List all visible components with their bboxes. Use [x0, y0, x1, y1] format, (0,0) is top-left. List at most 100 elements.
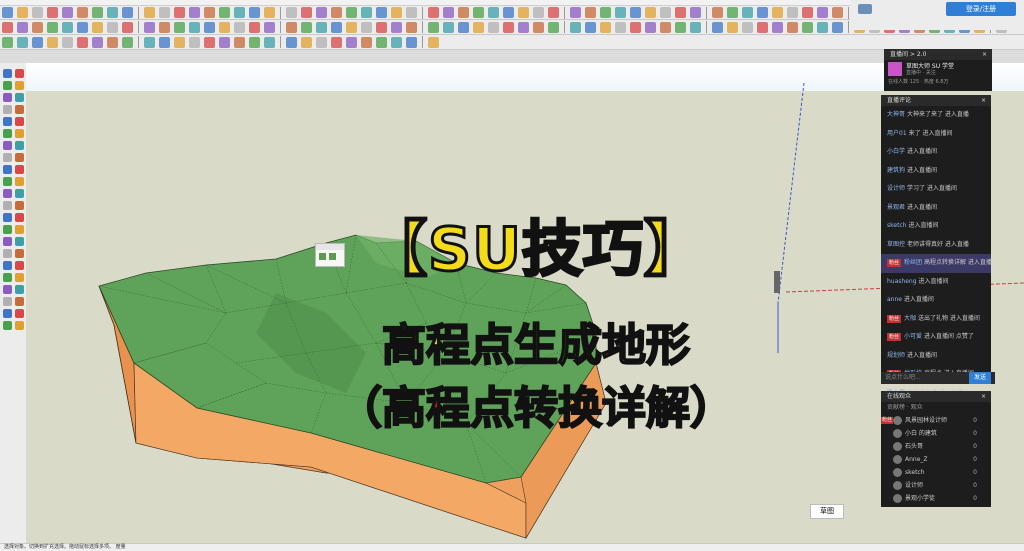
- toolbar-tool-icon[interactable]: [159, 7, 170, 18]
- left-tool-icon[interactable]: [3, 309, 12, 318]
- send-button[interactable]: 发送: [969, 372, 991, 384]
- toolbar-tool-icon[interactable]: [585, 7, 596, 18]
- toolbar-tool-icon[interactable]: [32, 7, 43, 18]
- toolbar-tool-icon[interactable]: [361, 36, 372, 48]
- toolbar-tool-icon[interactable]: [219, 7, 230, 18]
- chat-user[interactable]: 小可爱: [904, 333, 922, 340]
- toolbar-tool-icon[interactable]: [286, 7, 297, 18]
- left-tool-icon[interactable]: [3, 261, 12, 270]
- toolbar-tool-icon[interactable]: [473, 21, 484, 33]
- left-tool-icon[interactable]: [15, 285, 24, 294]
- toolbar-tool-icon[interactable]: [189, 36, 200, 48]
- chat-user[interactable]: anne: [887, 296, 902, 303]
- left-tool-icon[interactable]: [3, 177, 12, 186]
- toolbar-tool-icon[interactable]: [832, 7, 843, 18]
- left-tool-icon[interactable]: [15, 225, 24, 234]
- toolbar-tool-icon[interactable]: [264, 7, 275, 18]
- toolbar-tool-icon[interactable]: [144, 36, 155, 48]
- floating-label[interactable]: 草图: [810, 504, 844, 519]
- toolbar-tool-icon[interactable]: [77, 7, 88, 18]
- chat-user[interactable]: 大咖: [904, 315, 916, 322]
- toolbar-tool-icon[interactable]: [406, 21, 417, 33]
- left-tool-icon[interactable]: [15, 273, 24, 282]
- toolbar-tool-icon[interactable]: [2, 36, 13, 48]
- toolbar-tool-icon[interactable]: [264, 36, 275, 48]
- toolbar-tool-icon[interactable]: [122, 7, 133, 18]
- toolbar-tool-icon[interactable]: [316, 21, 327, 33]
- toolbar-tool-icon[interactable]: [585, 21, 596, 33]
- toolbar-tool-icon[interactable]: [346, 36, 357, 48]
- toolbar-tool-icon[interactable]: [727, 21, 738, 33]
- toolbar-tool-icon[interactable]: [47, 7, 58, 18]
- toolbar-tool-icon[interactable]: [458, 7, 469, 18]
- left-tool-icon[interactable]: [15, 69, 24, 78]
- host-avatar[interactable]: [888, 62, 902, 76]
- audience-user[interactable]: sketch 0: [881, 466, 991, 479]
- toolbar-tool-icon[interactable]: [17, 36, 28, 48]
- toolbar-tool-icon[interactable]: [488, 7, 499, 18]
- left-tool-icon[interactable]: [3, 117, 12, 126]
- toolbar-tool-icon[interactable]: [219, 21, 230, 33]
- toolbar-tool-icon[interactable]: [32, 36, 43, 48]
- left-tool-icon[interactable]: [3, 321, 12, 330]
- chat-user[interactable]: 建筑狗: [887, 167, 905, 174]
- toolbar-tool-icon[interactable]: [742, 21, 753, 33]
- audience-user[interactable]: 小白 的建筑 0: [881, 427, 991, 440]
- toolbar-tool-icon[interactable]: [548, 21, 559, 33]
- chat-user[interactable]: 景观君: [887, 204, 905, 211]
- left-tool-icon[interactable]: [3, 153, 12, 162]
- toolbar-tool-icon[interactable]: [675, 21, 686, 33]
- toolbar-tool-icon[interactable]: [533, 7, 544, 18]
- toolbar-tool-icon[interactable]: [189, 21, 200, 33]
- toolbar-tool-icon[interactable]: [458, 21, 469, 33]
- toolbar-tool-icon[interactable]: [817, 21, 828, 33]
- toolbar-tool-icon[interactable]: [2, 7, 13, 18]
- toolbar-tool-icon[interactable]: [428, 21, 439, 33]
- toolbar-tool-icon[interactable]: [802, 7, 813, 18]
- toolbar-tool-icon[interactable]: [518, 7, 529, 18]
- toolbar-tool-icon[interactable]: [301, 21, 312, 33]
- audience-user[interactable]: 石头哥 0: [881, 440, 991, 453]
- audience-user[interactable]: 设计师 0: [881, 479, 991, 492]
- left-tool-icon[interactable]: [3, 189, 12, 198]
- chat-user[interactable]: 大神哥: [887, 111, 905, 118]
- left-tool-icon[interactable]: [15, 177, 24, 186]
- toolbar-tool-icon[interactable]: [690, 7, 701, 18]
- toolbar-tool-icon[interactable]: [772, 7, 783, 18]
- left-tool-icon[interactable]: [15, 165, 24, 174]
- toolbar-tool-icon[interactable]: [107, 36, 118, 48]
- toolbar-tool-icon[interactable]: [144, 21, 155, 33]
- toolbar-tool-icon[interactable]: [204, 36, 215, 48]
- toolbar-tool-icon[interactable]: [174, 7, 185, 18]
- toolbar-tool-icon[interactable]: [47, 36, 58, 48]
- left-tool-icon[interactable]: [3, 297, 12, 306]
- toolbar-tool-icon[interactable]: [107, 7, 118, 18]
- toolbar-tool-icon[interactable]: [77, 36, 88, 48]
- toolbar-tool-icon[interactable]: [787, 21, 798, 33]
- toolbar-tool-icon[interactable]: [428, 36, 439, 48]
- toolbar-tool-icon[interactable]: [570, 21, 581, 33]
- left-tool-icon[interactable]: [15, 321, 24, 330]
- login-button[interactable]: 登录/注册: [946, 2, 1016, 16]
- left-tool-icon[interactable]: [15, 297, 24, 306]
- left-tool-icon[interactable]: [15, 213, 24, 222]
- toolbar-tool-icon[interactable]: [406, 7, 417, 18]
- toolbar-tool-icon[interactable]: [376, 21, 387, 33]
- toolbar-tool-icon[interactable]: [406, 36, 417, 48]
- close-icon[interactable]: ×: [982, 49, 987, 60]
- toolbar-tool-icon[interactable]: [645, 7, 656, 18]
- left-tool-icon[interactable]: [15, 237, 24, 246]
- left-tool-icon[interactable]: [3, 249, 12, 258]
- chat-user[interactable]: 草图控: [887, 241, 905, 248]
- toolbar-tool-icon[interactable]: [249, 21, 260, 33]
- toolbar-tool-icon[interactable]: [92, 7, 103, 18]
- toolbar-tool-icon[interactable]: [548, 7, 559, 18]
- toolbar-tool-icon[interactable]: [331, 7, 342, 18]
- toolbar-tool-icon[interactable]: [428, 7, 439, 18]
- left-tool-icon[interactable]: [3, 165, 12, 174]
- toolbar-tool-icon[interactable]: [234, 21, 245, 33]
- toolbar-tool-icon[interactable]: [802, 21, 813, 33]
- toolbar-tool-icon[interactable]: [757, 21, 768, 33]
- chat-user[interactable]: 小白学: [887, 148, 905, 155]
- left-tool-icon[interactable]: [3, 285, 12, 294]
